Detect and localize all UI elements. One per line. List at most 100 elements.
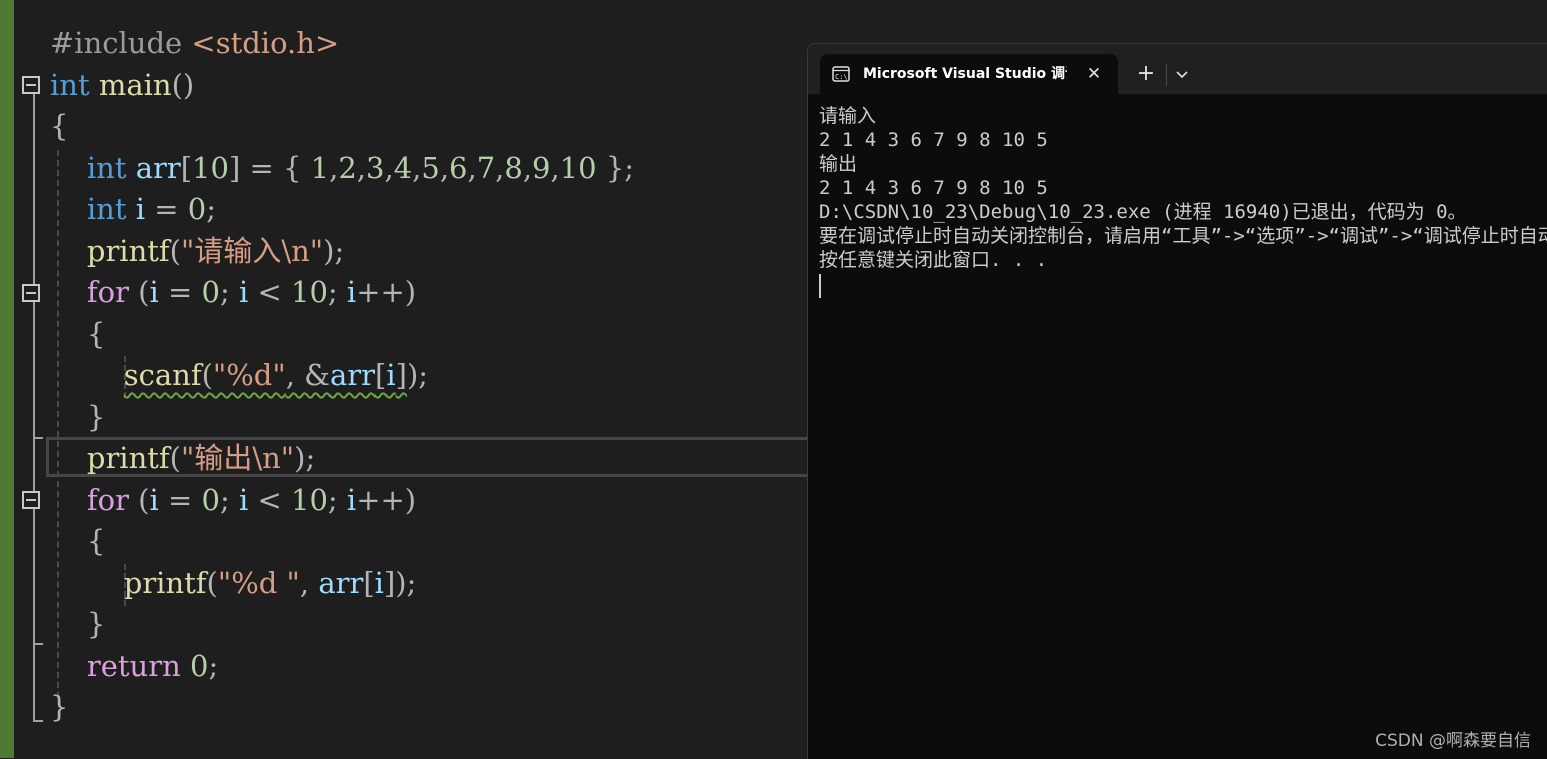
code-line[interactable]: int i = 0;	[50, 190, 216, 228]
console-tab[interactable]: C:\ Microsoft Visual Studio 调试控制台 ✕	[820, 54, 1118, 94]
console-output[interactable]: 请输入 2 1 4 3 6 7 9 8 10 5 输出 2 1 4 3 6 7 …	[819, 104, 1547, 744]
console-output-line: 2 1 4 3 6 7 9 8 10 5	[819, 177, 1048, 199]
console-output-line: 输出	[819, 153, 858, 175]
code-token: printf	[86, 441, 170, 475]
code-token: 10	[192, 151, 229, 185]
tab-close-button[interactable]: ✕	[1082, 62, 1106, 86]
code-token: 10	[291, 483, 328, 517]
collapse-main-icon[interactable]	[22, 76, 40, 94]
collapse-for-1-icon[interactable]	[22, 284, 40, 302]
code-token: 5	[421, 151, 440, 185]
console-output-line: 要在调试停止时自动关闭控制台，请启用“工具”->“选项”->“调试”->“调试停…	[819, 225, 1547, 247]
fold-line-main	[33, 94, 35, 722]
code-token: 7	[476, 151, 496, 185]
code-token: ,	[299, 566, 319, 600]
code-line[interactable]: }	[50, 688, 68, 726]
code-token: ;	[206, 192, 216, 226]
code-token: ,	[439, 151, 450, 185]
code-token: i	[346, 483, 357, 517]
terminal-icon: C:\	[832, 66, 850, 82]
code-line[interactable]: printf("%d ", arr[i]);	[50, 564, 417, 602]
code-token: );	[323, 234, 345, 268]
code-token: <stdio.h>	[191, 26, 340, 60]
new-tab-button[interactable]: +	[1132, 60, 1160, 88]
code-line[interactable]: return 0;	[50, 647, 218, 685]
fold-end-for-1	[33, 437, 43, 439]
code-token: =	[158, 275, 202, 309]
code-line[interactable]: {	[50, 107, 68, 145]
code-token: ;	[327, 483, 347, 517]
code-token: 1	[310, 151, 330, 185]
code-token: (	[201, 358, 213, 392]
code-token: (	[169, 441, 181, 475]
code-line[interactable]: }	[50, 605, 105, 643]
code-token: 0	[187, 192, 207, 226]
code-token: ;	[219, 275, 239, 309]
code-line[interactable]: }	[50, 398, 105, 436]
code-token: i	[149, 275, 159, 309]
code-token: arr	[329, 358, 375, 392]
code-token: scanf	[123, 358, 202, 392]
code-token: ,	[356, 151, 367, 185]
console-output-line: 按任意键关闭此窗口. . .	[819, 249, 1048, 271]
code-token: ,	[522, 151, 533, 185]
code-token: printf	[123, 566, 207, 600]
code-line[interactable]: for (i = 0; i < 10; i++)	[50, 481, 416, 519]
code-token: }	[86, 400, 106, 434]
code-token: 0	[190, 649, 209, 683]
code-token: i	[374, 566, 384, 600]
code-token: ] = {	[228, 151, 311, 185]
code-token: ++)	[356, 275, 417, 309]
code-line[interactable]: int arr[10] = { 1,2,3,4,5,6,7,8,9,10 };	[50, 149, 634, 187]
code-token: int	[86, 151, 127, 185]
code-token: int	[50, 68, 90, 102]
code-token: ,	[329, 151, 339, 185]
code-token: ++)	[356, 483, 417, 517]
code-token: 2	[338, 151, 357, 185]
code-token: i	[346, 275, 357, 309]
code-line[interactable]: printf("请输入\n");	[50, 232, 344, 270]
code-token: ,	[412, 151, 422, 185]
console-window[interactable]: C:\ Microsoft Visual Studio 调试控制台 ✕ + 请输…	[807, 43, 1547, 759]
code-token: ]	[395, 358, 407, 392]
code-token: {	[86, 317, 106, 351]
code-token: i	[135, 192, 145, 226]
collapse-for-2-icon[interactable]	[22, 491, 40, 509]
code-token: (	[128, 275, 150, 309]
code-token: ;	[327, 275, 347, 309]
text-cursor	[819, 274, 821, 298]
code-token: }	[86, 607, 106, 641]
code-token: =	[158, 483, 202, 517]
code-token: "输出\n"	[180, 441, 295, 475]
console-output-line: 2 1 4 3 6 7 9 8 10 5	[819, 129, 1048, 151]
code-token: ;	[219, 483, 239, 517]
code-line[interactable]: {	[50, 315, 105, 353]
code-token: 4	[393, 151, 413, 185]
code-token: =	[144, 192, 188, 226]
tab-separator	[1166, 64, 1167, 86]
code-line[interactable]: scanf("%d", &arr[i]);	[50, 356, 428, 394]
code-token: {	[50, 109, 69, 143]
code-token: ]);	[383, 566, 417, 600]
code-token: (	[206, 566, 218, 600]
chevron-down-icon[interactable]	[1172, 62, 1192, 86]
code-line[interactable]: {	[50, 522, 105, 560]
code-token: main	[98, 68, 172, 102]
code-token: 10	[559, 151, 597, 185]
code-token: (	[169, 234, 181, 268]
code-token: ,	[467, 151, 477, 185]
code-line[interactable]: #include <stdio.h>	[50, 24, 339, 62]
code-token: printf	[86, 234, 170, 268]
code-token: for	[86, 275, 129, 309]
code-token: ,	[384, 151, 394, 185]
code-line[interactable]: printf("输出\n");	[50, 439, 315, 477]
code-line[interactable]: int main()	[50, 66, 194, 104]
code-line[interactable]: for (i = 0; i < 10; i++)	[50, 273, 416, 311]
code-token: "请输入\n"	[180, 234, 324, 268]
